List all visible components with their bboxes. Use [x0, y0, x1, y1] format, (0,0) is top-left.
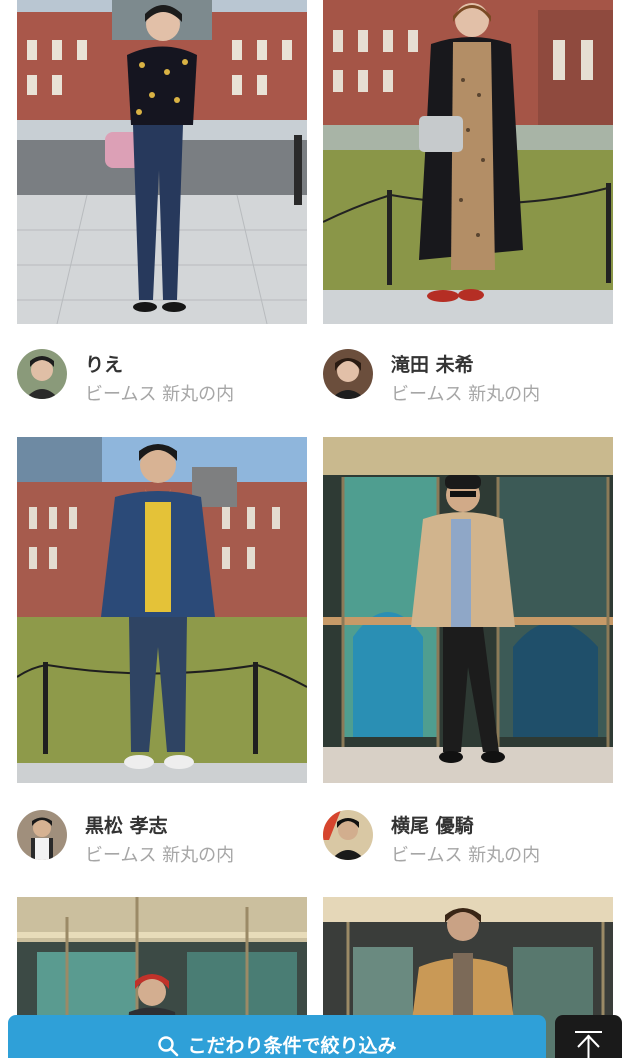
filter-conditions-button[interactable]: こだわり条件で絞り込み — [8, 1015, 546, 1058]
coordinate-photo[interactable] — [17, 0, 307, 324]
staff-name: 黒松 孝志 — [85, 815, 168, 837]
staff-info[interactable]: 滝田 未希 ビームス 新丸の内 — [323, 349, 613, 405]
shop-name: ビームス 新丸の内 — [391, 845, 541, 866]
staff-info[interactable]: 横尾 優騎 ビームス 新丸の内 — [323, 810, 613, 866]
avatar[interactable] — [323, 349, 373, 399]
staff-card[interactable]: りえ ビームス 新丸の内 — [17, 0, 307, 410]
shop-name: ビームス 新丸の内 — [391, 384, 541, 405]
staff-name: りえ — [85, 354, 124, 376]
avatar[interactable] — [323, 810, 373, 860]
shop-name: ビームス 新丸の内 — [85, 384, 235, 405]
coordinate-photo[interactable] — [17, 437, 307, 783]
staff-name: 滝田 未希 — [391, 354, 474, 376]
staff-name: 横尾 優騎 — [391, 815, 474, 837]
staff-info[interactable]: りえ ビームス 新丸の内 — [17, 349, 307, 405]
filter-button-label: こだわり条件で絞り込み — [187, 1035, 397, 1057]
scroll-to-top-button[interactable] — [555, 1015, 622, 1058]
coordinate-photo[interactable] — [323, 0, 613, 324]
avatar[interactable] — [17, 810, 67, 860]
avatar[interactable] — [17, 349, 67, 399]
coordinate-photo[interactable] — [323, 437, 613, 783]
staff-card[interactable]: 滝田 未希 ビームス 新丸の内 — [323, 0, 613, 410]
staff-card[interactable]: 黒松 孝志 ビームス 新丸の内 — [17, 437, 307, 866]
staff-card[interactable]: 横尾 優騎 ビームス 新丸の内 — [323, 437, 613, 866]
staff-info[interactable]: 黒松 孝志 ビームス 新丸の内 — [17, 810, 307, 866]
arrow-up-icon — [575, 1031, 602, 1058]
search-icon — [158, 1036, 179, 1057]
shop-name: ビームス 新丸の内 — [85, 845, 235, 866]
staff-snap-page: りえ ビームス 新丸の内 滝田 未希 ビームス 新丸の内 黒松 孝志 ビームス … — [0, 0, 630, 1058]
